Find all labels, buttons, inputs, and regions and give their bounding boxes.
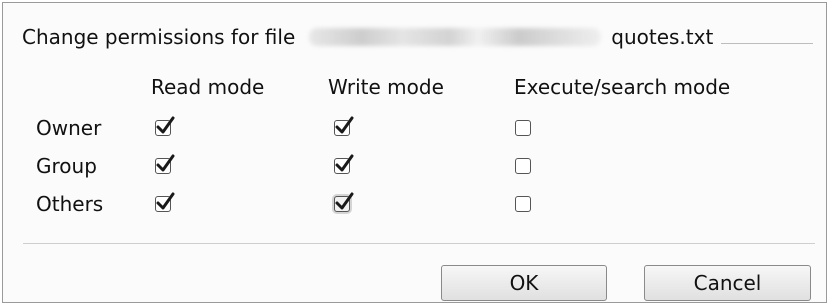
file-name: quotes.txt — [611, 25, 714, 49]
others-write-checkbox[interactable] — [334, 192, 354, 212]
row-label-group: Group — [36, 154, 97, 178]
checkmark-icon — [156, 154, 175, 172]
row-label-others: Others — [36, 192, 104, 216]
owner-read-checkbox[interactable] — [155, 116, 175, 136]
title-prefix: Change permissions for file — [22, 25, 296, 49]
header-execute-mode: Execute/search mode — [514, 75, 731, 99]
redacted-path — [309, 28, 602, 46]
group-read-checkbox[interactable] — [155, 154, 175, 174]
ok-button[interactable]: OK — [441, 265, 607, 301]
others-execute-checkbox[interactable] — [515, 196, 531, 212]
checkmark-icon — [335, 154, 354, 172]
cancel-button[interactable]: Cancel — [644, 265, 811, 301]
button-separator — [23, 243, 815, 244]
permissions-dialog: Change permissions for file quotes.txt R… — [2, 2, 827, 303]
others-read-checkbox[interactable] — [155, 192, 175, 212]
checkmark-icon — [335, 192, 354, 210]
row-label-owner: Owner — [36, 116, 102, 140]
owner-execute-checkbox[interactable] — [515, 120, 531, 136]
group-write-checkbox[interactable] — [334, 154, 354, 174]
checkmark-icon — [335, 116, 354, 134]
group-execute-checkbox[interactable] — [515, 158, 531, 174]
header-read-mode: Read mode — [151, 75, 265, 99]
header-write-mode: Write mode — [328, 75, 444, 99]
owner-write-checkbox[interactable] — [334, 116, 354, 136]
checkmark-icon — [156, 192, 175, 210]
dialog-title: Change permissions for file quotes.txt — [22, 25, 713, 49]
title-divider — [721, 43, 813, 44]
checkmark-icon — [156, 116, 175, 134]
